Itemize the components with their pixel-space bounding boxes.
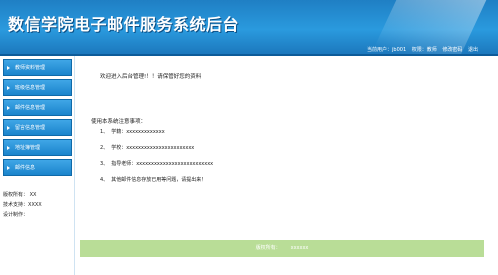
note-number: 2、 bbox=[100, 145, 109, 151]
sidebar: 教师资料管理 班级信息管理 邮件信息管理 留言信息管理 地址簿管理 邮件信息 版… bbox=[0, 56, 74, 275]
copyright-label: 版权所有： bbox=[3, 192, 29, 198]
note-text: 其他邮件信息存放已用等问题，请提出来！ bbox=[111, 177, 207, 183]
note-number: 1、 bbox=[100, 129, 109, 135]
copyright-line: 版权所有： XX bbox=[3, 190, 73, 200]
triangle-right-icon bbox=[7, 66, 10, 70]
sidebar-item-class-info[interactable]: 班级信息管理 bbox=[3, 79, 72, 96]
sidebar-item-mail-info[interactable]: 邮件信息管理 bbox=[3, 99, 72, 116]
sidebar-item-message-info[interactable]: 留言信息管理 bbox=[3, 119, 72, 136]
triangle-right-icon bbox=[7, 126, 10, 130]
sidebar-item-label: 留言信息管理 bbox=[15, 125, 46, 131]
footer-copyright-label: 版权所有： bbox=[255, 245, 281, 251]
right-margin bbox=[484, 56, 498, 275]
current-user-value: jb001 bbox=[392, 47, 407, 53]
note-item: 1、 学籍：xxxxxxxxxxxxx bbox=[100, 128, 165, 135]
note-value: xxxxxxxxxxxxxxxxxxxxxxx bbox=[126, 145, 195, 151]
footer-bar: 版权所有： xxxxxx bbox=[80, 240, 484, 257]
notes-title: 使用本系统注意事项： bbox=[91, 119, 147, 125]
sidebar-item-label: 班级信息管理 bbox=[15, 85, 46, 91]
app-title: 数信学院电子邮件服务系统后台 bbox=[8, 15, 240, 34]
sidebar-item-teacher-info[interactable]: 教师资料管理 bbox=[3, 59, 72, 76]
role-label: 权限： bbox=[411, 47, 427, 53]
note-item: 3、 指导老师：xxxxxxxxxxxxxxxxxxxxxxxxxx bbox=[100, 160, 213, 167]
sidebar-item-label: 教师资料管理 bbox=[15, 65, 46, 71]
sidebar-item-mail[interactable]: 邮件信息 bbox=[3, 159, 72, 176]
current-user-label: 当前用户： bbox=[367, 47, 393, 53]
change-password-link[interactable]: 修改密码 bbox=[442, 47, 462, 53]
triangle-right-icon bbox=[7, 86, 10, 90]
sidebar-info: 版权所有： XX 技术支持：XXXX 设计制作： bbox=[3, 190, 73, 220]
note-value: xxxxxxxxxxxxxxxxxxxxxxxxxx bbox=[136, 161, 214, 167]
tech-support-label: 技术支持： bbox=[3, 202, 29, 208]
sidebar-item-address-book[interactable]: 地址簿管理 bbox=[3, 139, 72, 156]
sidebar-divider bbox=[74, 56, 75, 275]
note-value: xxxxxxxxxxxxx bbox=[126, 129, 165, 135]
main-content: 欢迎进入后台管理!！！请保管好您的资料 使用本系统注意事项： 1、 学籍：xxxx… bbox=[80, 60, 484, 270]
note-item: 4、 其他邮件信息存放已用等问题，请提出来！ bbox=[100, 176, 206, 183]
copyright-value: XX bbox=[29, 192, 37, 198]
sidebar-item-label: 邮件信息管理 bbox=[15, 105, 46, 111]
triangle-right-icon bbox=[7, 106, 10, 110]
user-status-bar: 当前用户：jb001 权限：教师 修改密码 退出 bbox=[363, 46, 478, 53]
note-text: 学籍： bbox=[111, 129, 127, 135]
tech-support-line: 技术支持：XXXX bbox=[3, 200, 73, 210]
logout-link[interactable]: 退出 bbox=[468, 47, 478, 53]
footer-copyright-value: xxxxxx bbox=[290, 245, 309, 251]
note-number: 3、 bbox=[100, 161, 109, 167]
design-line: 设计制作： bbox=[3, 210, 73, 220]
note-text: 学校： bbox=[111, 145, 127, 151]
note-number: 4、 bbox=[100, 177, 109, 183]
tech-support-value: XXXX bbox=[28, 202, 42, 208]
triangle-right-icon bbox=[7, 146, 10, 150]
triangle-right-icon bbox=[7, 166, 10, 170]
welcome-message: 欢迎进入后台管理!！！请保管好您的资料 bbox=[100, 74, 202, 80]
design-label: 设计制作： bbox=[3, 212, 29, 218]
note-text: 指导老师： bbox=[111, 161, 137, 167]
sidebar-item-label: 地址簿管理 bbox=[15, 145, 41, 151]
role-value: 教师 bbox=[426, 47, 437, 53]
header-banner: 数信学院电子邮件服务系统后台 当前用户：jb001 权限：教师 修改密码 退出 bbox=[0, 0, 498, 54]
sidebar-item-label: 邮件信息 bbox=[15, 165, 36, 171]
note-item: 2、 学校：xxxxxxxxxxxxxxxxxxxxxxx bbox=[100, 144, 194, 151]
